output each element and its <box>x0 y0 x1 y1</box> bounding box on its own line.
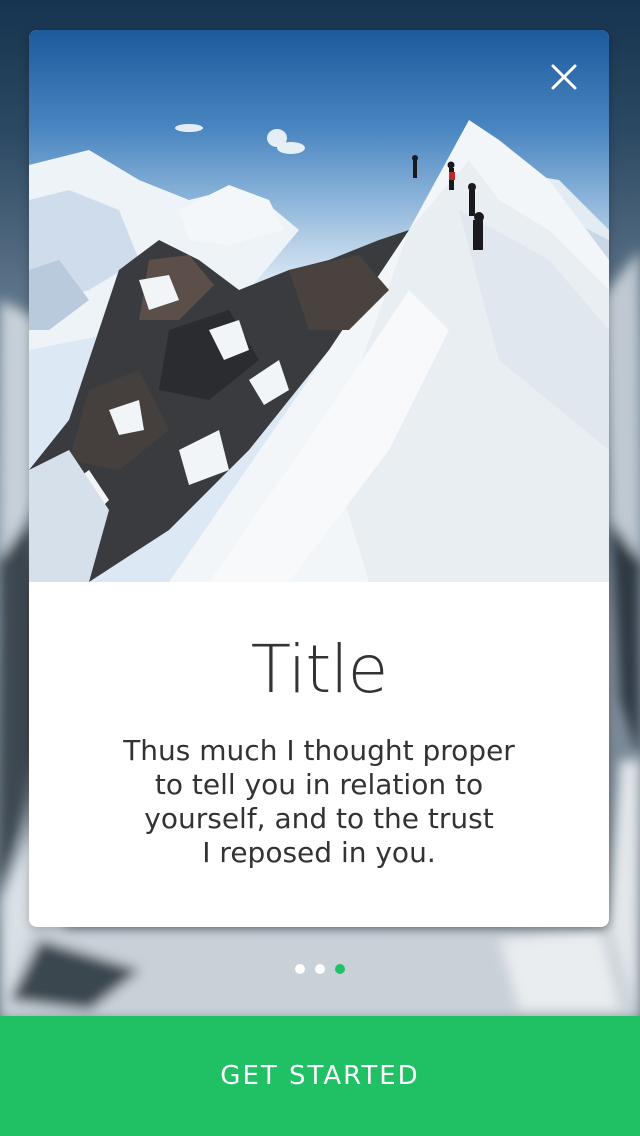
onboarding-screen: Title Thus much I thought proper to tell… <box>0 0 640 1136</box>
onboarding-card: Title Thus much I thought proper to tell… <box>29 30 609 927</box>
card-description: Thus much I thought proper to tell you i… <box>123 734 515 869</box>
close-button[interactable] <box>549 62 579 92</box>
page-indicator <box>0 964 640 976</box>
close-icon <box>551 64 577 90</box>
page-dot-3-active[interactable] <box>335 964 345 974</box>
card-content: Title Thus much I thought proper to tell… <box>29 582 609 927</box>
hero-photo <box>29 30 609 582</box>
get-started-button[interactable]: GET STARTED <box>0 1016 640 1136</box>
page-dot-2[interactable] <box>315 964 325 974</box>
page-dot-1[interactable] <box>295 964 305 974</box>
card-title: Title <box>250 631 388 708</box>
